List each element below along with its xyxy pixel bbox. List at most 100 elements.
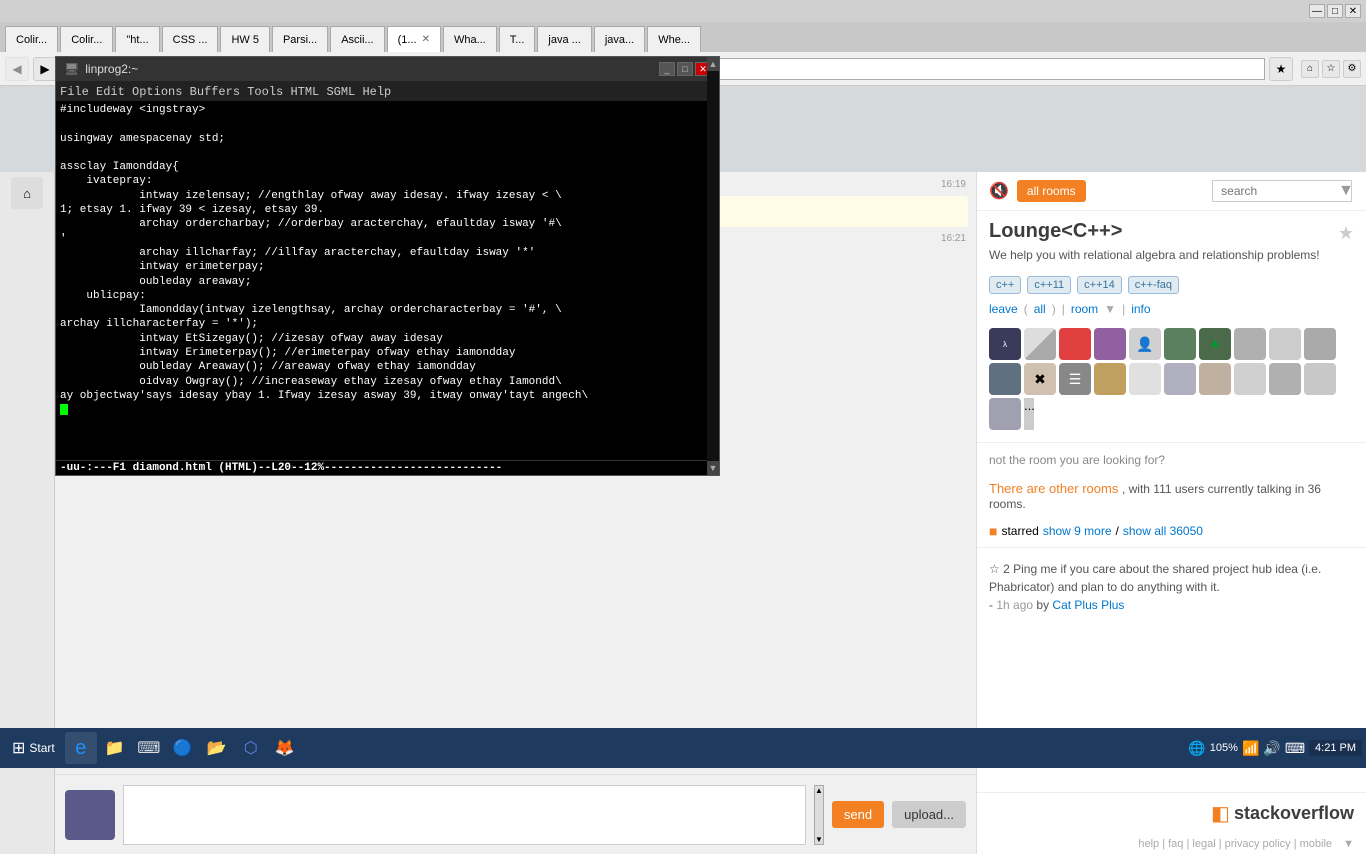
- close-button[interactable]: ✕: [1345, 4, 1361, 18]
- tab-1-active[interactable]: (1... ✕: [387, 26, 441, 52]
- divider-2: [977, 547, 1366, 548]
- zoom-level: 105%: [1210, 742, 1238, 754]
- avatar-user-1[interactable]: λ: [989, 328, 1021, 360]
- forward-button[interactable]: ▶: [33, 57, 57, 81]
- taskbar: ⊞ Start e 📁 ⌨ 🔵 📂 ⬡ 🦊 🌐 105% 📶 🔊 ⌨ 4:21 …: [0, 728, 1366, 768]
- so-logo-section: ◧ stackoverflow: [977, 792, 1366, 834]
- avatar-user-19[interactable]: [1269, 363, 1301, 395]
- tab-t[interactable]: T...: [499, 26, 536, 52]
- app1-icon: 📁: [105, 738, 125, 758]
- terminal-scrollbar[interactable]: ▲ ▼: [707, 101, 719, 460]
- tab-hw5[interactable]: HW 5: [220, 26, 270, 52]
- send-button[interactable]: send: [832, 801, 884, 828]
- start-button[interactable]: ⊞ Start: [4, 734, 63, 762]
- terminal-body[interactable]: #includeway <ingstray> usingway amespace…: [56, 101, 719, 460]
- windows-icon: ⊞: [12, 738, 25, 758]
- footer-faq[interactable]: faq: [1168, 838, 1183, 850]
- taskbar-app-3[interactable]: 🔵: [167, 732, 199, 764]
- avatar-user-18[interactable]: [1234, 363, 1266, 395]
- favorites-button[interactable]: ★: [1269, 57, 1293, 81]
- avatar-user-4[interactable]: [1094, 328, 1126, 360]
- tab-bar: Colir... Colir... "ht... CSS ... HW 5 Pa…: [0, 22, 1366, 52]
- maximize-button[interactable]: □: [1327, 4, 1343, 18]
- chat-input[interactable]: [123, 785, 806, 845]
- app2-icon: ⌨: [137, 738, 160, 758]
- input-scroll-up[interactable]: ▲: [815, 786, 823, 795]
- avatar-user-17[interactable]: [1199, 363, 1231, 395]
- scroll-track[interactable]: [707, 101, 719, 460]
- terminal-maximize[interactable]: □: [677, 62, 693, 76]
- avatar-user-5[interactable]: 👤: [1129, 328, 1161, 360]
- room-link[interactable]: room: [1071, 302, 1098, 316]
- tab-parsi[interactable]: Parsi...: [272, 26, 328, 52]
- info-link[interactable]: info: [1131, 302, 1150, 316]
- app6-icon: 🦊: [275, 738, 295, 758]
- avatar-user-12[interactable]: ✖: [1024, 363, 1056, 395]
- show-all-link[interactable]: show all 36050: [1123, 524, 1203, 538]
- taskbar-app-6[interactable]: 🦊: [269, 732, 301, 764]
- scroll-down-icon[interactable]: ▼: [1343, 838, 1354, 850]
- all-link[interactable]: all: [1034, 302, 1046, 316]
- input-scroll-down[interactable]: ▼: [815, 835, 823, 844]
- tab-java1[interactable]: java ...: [537, 26, 591, 52]
- tab-ascii[interactable]: Ascii...: [330, 26, 384, 52]
- other-rooms-link[interactable]: There are other rooms: [989, 481, 1118, 496]
- taskbar-app-5[interactable]: ⬡: [235, 732, 267, 764]
- tab-java2[interactable]: java...: [594, 26, 645, 52]
- sidebar-home-icon[interactable]: ⌂: [11, 177, 43, 209]
- avatar-user-21[interactable]: [989, 398, 1021, 430]
- all-rooms-button[interactable]: all rooms: [1017, 180, 1086, 202]
- footer-mobile[interactable]: mobile: [1300, 838, 1332, 850]
- avatar-user-10[interactable]: [1304, 328, 1336, 360]
- avatar-user-14[interactable]: [1094, 363, 1126, 395]
- tab-whe[interactable]: Whe...: [647, 26, 701, 52]
- avatar-user-3[interactable]: [1059, 328, 1091, 360]
- tab-wha[interactable]: Wha...: [443, 26, 497, 52]
- separator-2: ): [1052, 302, 1056, 316]
- avatar-user-15[interactable]: [1129, 363, 1161, 395]
- tab-ht[interactable]: "ht...: [115, 26, 159, 52]
- settings-icon[interactable]: ⚙: [1343, 60, 1361, 78]
- avatar-user-13[interactable]: ☰: [1059, 363, 1091, 395]
- input-scrollbar[interactable]: ▲ ▼: [814, 785, 824, 845]
- minimize-button[interactable]: —: [1309, 4, 1325, 18]
- taskbar-app-1[interactable]: 📁: [99, 732, 131, 764]
- avatar-user-6[interactable]: [1164, 328, 1196, 360]
- tag-cppfaq[interactable]: c++-faq: [1128, 276, 1179, 294]
- footer-help[interactable]: help: [1138, 838, 1159, 850]
- back-button[interactable]: ◀: [5, 57, 29, 81]
- leave-link[interactable]: leave: [989, 302, 1018, 316]
- terminal-minimize[interactable]: _: [659, 62, 675, 76]
- home-button[interactable]: ⌂: [1301, 60, 1319, 78]
- taskbar-app-2[interactable]: ⌨: [133, 732, 165, 764]
- avatar-user-2[interactable]: [1024, 328, 1056, 360]
- tab-colir-2[interactable]: Colir...: [60, 26, 113, 52]
- avatar-user-8[interactable]: [1234, 328, 1266, 360]
- tag-cpp[interactable]: c++: [989, 276, 1021, 294]
- ie-icon: e: [75, 737, 86, 760]
- tag-cpp14[interactable]: c++14: [1077, 276, 1122, 294]
- avatar-user-7[interactable]: 🌲: [1199, 328, 1231, 360]
- taskbar-right: 🌐 105% 📶 🔊 ⌨ 4:21 PM: [1188, 740, 1362, 757]
- taskbar-app-4[interactable]: 📂: [201, 732, 233, 764]
- separator-1: (: [1024, 302, 1028, 316]
- avatar-user-9[interactable]: [1269, 328, 1301, 360]
- room-star-icon[interactable]: ★: [1338, 223, 1354, 244]
- tab-colir-1[interactable]: Colir...: [5, 26, 58, 52]
- footer-legal[interactable]: legal: [1192, 838, 1215, 850]
- star-button[interactable]: ☆: [1322, 60, 1340, 78]
- tray-keyboard-icon: ⌨: [1285, 740, 1305, 757]
- search-input[interactable]: [1212, 180, 1352, 202]
- avatar-user-11[interactable]: [989, 363, 1021, 395]
- avatar-user-20[interactable]: [1304, 363, 1336, 395]
- pinned-by-user[interactable]: Cat Plus Plus: [1052, 598, 1124, 612]
- footer-privacy[interactable]: privacy policy: [1225, 838, 1291, 850]
- tab-css[interactable]: CSS ...: [162, 26, 219, 52]
- app3-icon: 🔵: [173, 738, 193, 758]
- tag-cpp11[interactable]: c++11: [1027, 276, 1071, 294]
- avatar-user-16[interactable]: [1164, 363, 1196, 395]
- show-more-link[interactable]: show 9 more: [1043, 524, 1112, 538]
- mute-icon[interactable]: 🔇: [989, 181, 1009, 201]
- upload-button[interactable]: upload...: [892, 801, 966, 828]
- taskbar-ie-icon[interactable]: e: [65, 732, 97, 764]
